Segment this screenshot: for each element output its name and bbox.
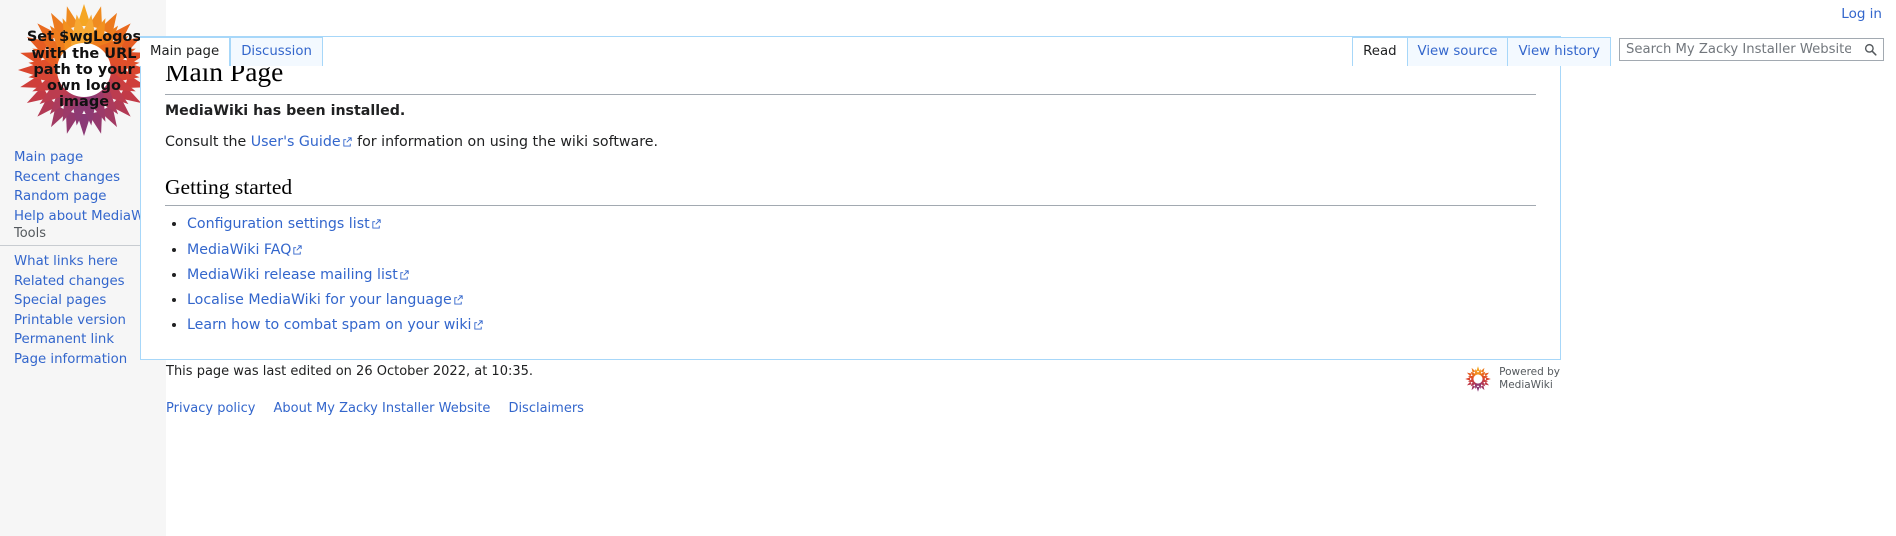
footer-item-privacy[interactable]: Privacy policy [166, 401, 255, 416]
footer-link-privacy-policy[interactable]: Privacy policy [166, 401, 255, 416]
page-title: Main Page [165, 55, 1536, 96]
link-release-mailing-list[interactable]: MediaWiki release mailing list [187, 267, 398, 283]
consult-text-before: Consult the [165, 134, 251, 151]
list-item: Configuration settings list [187, 214, 1536, 235]
getting-started-list: Configuration settings list MediaWiki FA… [165, 214, 1536, 336]
sidebar-link-help[interactable]: Help about MediaWiki [14, 209, 159, 224]
tab-view-history[interactable]: View history [1508, 37, 1611, 66]
sidebar-link-related-changes[interactable]: Related changes [14, 274, 125, 289]
content-wrapper: Main Page MediaWiki has been installed. … [140, 36, 1896, 360]
login-link[interactable]: Log in [1841, 6, 1882, 22]
external-link-icon [399, 266, 410, 280]
footer-lastmod: This page was last edited on 26 October … [166, 364, 534, 379]
footer-link-disclaimers[interactable]: Disclaimers [508, 401, 584, 416]
sidebar-link-page-information[interactable]: Page information [14, 352, 127, 367]
mediawiki-sunflower-icon [1465, 366, 1491, 392]
external-link-icon [342, 132, 353, 147]
installed-notice: MediaWiki has been installed. [165, 103, 406, 120]
sidebar-link-what-links-here[interactable]: What links here [14, 254, 118, 269]
page-action-tabs: Read View source View history [1352, 36, 1611, 66]
poweredby-line2: MediaWiki [1499, 379, 1553, 391]
poweredby-badge[interactable]: Powered by MediaWiki [1458, 362, 1566, 396]
poweredby-text: Powered by MediaWiki [1499, 366, 1560, 392]
sidebar-link-recent-changes[interactable]: Recent changes [14, 170, 120, 185]
link-localise-mediawiki[interactable]: Localise MediaWiki for your language [187, 292, 452, 308]
sidebar-link-permanent-link[interactable]: Permanent link [14, 332, 114, 347]
sidebar-tools-heading: Tools [0, 224, 156, 246]
users-guide-link[interactable]: User's Guide [251, 134, 341, 150]
consult-paragraph: Consult the User's Guide for information… [165, 131, 1536, 153]
link-mediawiki-faq[interactable]: MediaWiki FAQ [187, 242, 291, 258]
site-logo[interactable]: Set $wgLogos with the URL path to your o… [14, 0, 154, 140]
tab-main-page[interactable]: Main page [140, 37, 231, 66]
list-item: Learn how to combat spam on your wiki [187, 315, 1536, 336]
link-configuration-settings-list[interactable]: Configuration settings list [187, 216, 370, 232]
footer: This page was last edited on 26 October … [166, 350, 1896, 426]
tab-discussion[interactable]: Discussion [230, 37, 323, 66]
footer-link-about[interactable]: About My Zacky Installer Website [273, 401, 490, 416]
link-combat-spam[interactable]: Learn how to combat spam on your wiki [187, 317, 472, 333]
footer-item-disclaimers[interactable]: Disclaimers [508, 401, 584, 416]
sidebar-link-special-pages[interactable]: Special pages [14, 293, 106, 308]
search-input[interactable] [1620, 39, 1857, 60]
poweredby-line1: Powered by [1499, 365, 1560, 378]
consult-text-after: for information on using the wiki softwa… [352, 134, 658, 151]
sidebar-link-main-page[interactable]: Main page [14, 150, 83, 165]
search-button[interactable] [1857, 39, 1883, 60]
tab-view-source[interactable]: View source [1407, 37, 1509, 66]
list-item: MediaWiki FAQ [187, 240, 1536, 261]
external-link-icon [371, 215, 382, 229]
search-form [1619, 38, 1884, 61]
footer-item-about[interactable]: About My Zacky Installer Website [273, 401, 490, 416]
external-link-icon [292, 241, 303, 255]
getting-started-heading: Getting started [165, 174, 1536, 207]
search-icon [1864, 43, 1877, 56]
sidebar-link-printable-version[interactable]: Printable version [14, 313, 126, 328]
tab-read[interactable]: Read [1352, 37, 1408, 66]
namespace-tabs: Main page Discussion [140, 36, 323, 66]
sidebar-link-random-page[interactable]: Random page [14, 189, 107, 204]
personal-tools-bar: Log in [1841, 6, 1882, 22]
external-link-icon [453, 291, 464, 305]
page-content: Main Page MediaWiki has been installed. … [140, 36, 1561, 360]
footer-places: Privacy policy About My Zacky Installer … [166, 401, 1872, 416]
external-link-icon [473, 316, 484, 330]
logo-placeholder-text: Set $wgLogos with the URL path to your o… [26, 29, 142, 111]
list-item: Localise MediaWiki for your language [187, 290, 1536, 311]
list-item: MediaWiki release mailing list [187, 265, 1536, 286]
